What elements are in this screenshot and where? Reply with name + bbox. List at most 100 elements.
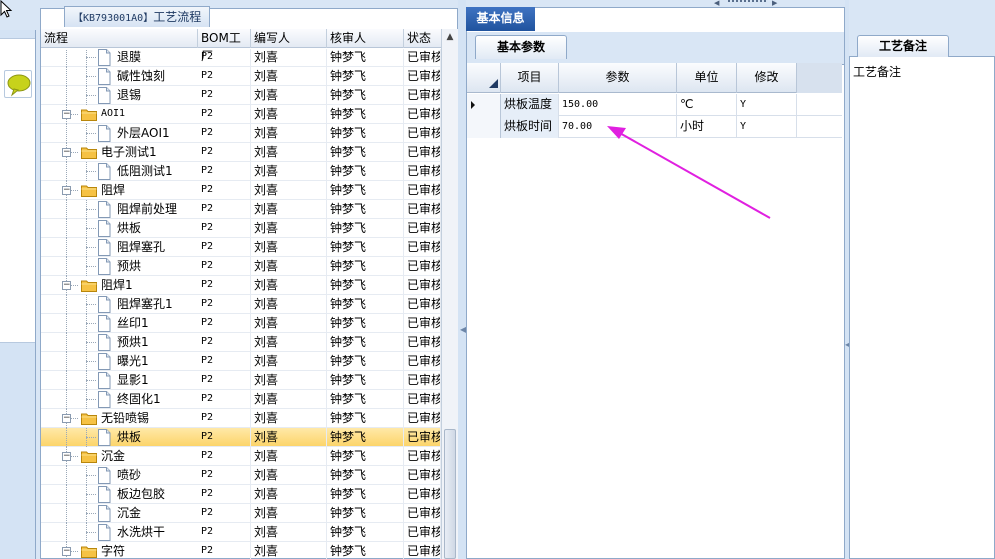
col-reviewer[interactable]: 核审人 xyxy=(327,29,404,48)
status-cell: 已审核 xyxy=(404,200,441,219)
bom-cell: P2 xyxy=(198,447,251,466)
tree-step-row[interactable]: 丝印1 P2 刘喜 钟梦飞 已审核 xyxy=(41,314,441,333)
tree-step-row[interactable]: 板边包胶 P2 刘喜 钟梦飞 已审核 xyxy=(41,485,441,504)
bom-cell: P2 xyxy=(198,428,251,447)
left-splitter[interactable]: ◀ xyxy=(458,0,466,559)
tree-step-row[interactable]: 沉金 P2 刘喜 钟梦飞 已审核 xyxy=(41,504,441,523)
tree-step-row[interactable]: 碱性蚀刻 P2 刘喜 钟梦飞 已审核 xyxy=(41,67,441,86)
tree-guide-line xyxy=(86,49,87,67)
tree-node-label: 喷砂 xyxy=(117,468,142,482)
status-cell: 已审核 xyxy=(404,67,441,86)
tree-step-row[interactable]: 烘板 P2 刘喜 钟梦飞 已审核 xyxy=(41,428,441,447)
expand-icon[interactable]: − xyxy=(62,414,71,423)
status-cell: 已审核 xyxy=(404,124,441,143)
status-cell: 已审核 xyxy=(404,523,441,542)
document-icon xyxy=(98,524,111,541)
reviewer-cell: 钟梦飞 xyxy=(327,314,404,333)
top-splitter-grip[interactable] xyxy=(728,0,766,5)
tree-step-row[interactable]: 喷砂 P2 刘喜 钟梦飞 已审核 xyxy=(41,466,441,485)
row-indicator[interactable] xyxy=(467,94,501,116)
tree-guide-line xyxy=(86,171,96,172)
tree-node-label: 退锡 xyxy=(117,88,142,102)
col-writer[interactable]: 编写人 xyxy=(251,29,327,48)
status-cell: 已审核 xyxy=(404,352,441,371)
collapse-right-icon[interactable]: ▶ xyxy=(772,0,777,7)
expand-icon[interactable]: − xyxy=(62,148,71,157)
tab-basic-info[interactable]: 基本信息 xyxy=(466,7,535,31)
tree-step-row[interactable]: 预烘 P2 刘喜 钟梦飞 已审核 xyxy=(41,257,441,276)
reviewer-cell: 钟梦飞 xyxy=(327,238,404,257)
expand-icon[interactable]: − xyxy=(62,281,71,290)
tree-step-row[interactable]: 水洗烘干 P2 刘喜 钟梦飞 已审核 xyxy=(41,523,441,542)
col-item[interactable]: 项目 xyxy=(501,63,559,93)
col-bom[interactable]: BOM工厂 xyxy=(198,29,251,63)
reviewer-cell: 钟梦飞 xyxy=(327,466,404,485)
tree-guide-line xyxy=(86,475,96,476)
col-modify[interactable]: 修改 xyxy=(737,63,797,93)
tree-guide-line xyxy=(86,95,96,96)
tree-step-row[interactable]: 烘板 P2 刘喜 钟梦飞 已审核 xyxy=(41,219,441,238)
writer-cell: 刘喜 xyxy=(251,428,327,447)
folder-icon xyxy=(81,109,97,121)
tree-folder-row[interactable]: − 沉金 P2 刘喜 钟梦飞 已审核 xyxy=(41,447,441,466)
bom-cell: P2 xyxy=(198,67,251,86)
tree-node-label: 终固化1 xyxy=(117,392,161,406)
param-row[interactable]: 烘板时间 70.00 小时 Y xyxy=(467,116,842,138)
tree-step-row[interactable]: 阻焊塞孔1 P2 刘喜 钟梦飞 已审核 xyxy=(41,295,441,314)
tree-step-row[interactable]: 退膜 P2 刘喜 钟梦飞 已审核 xyxy=(41,49,441,67)
tree-node-label: 曝光1 xyxy=(117,354,149,368)
param-value-cell[interactable]: 70.00 xyxy=(559,116,677,138)
tree-folder-row[interactable]: − 阻焊 P2 刘喜 钟梦飞 已审核 xyxy=(41,181,441,200)
splitter-left-grip-icon[interactable]: ◀ xyxy=(460,325,466,335)
notes-panel xyxy=(849,33,995,559)
collapse-left-icon[interactable]: ◀ xyxy=(714,0,719,7)
tree-guide-line xyxy=(66,162,67,181)
tab-process-notes[interactable]: 工艺备注 xyxy=(857,35,949,57)
tab-basic-params[interactable]: 基本参数 xyxy=(475,35,567,59)
expand-icon[interactable]: − xyxy=(62,110,71,119)
tree-folder-row[interactable]: − AOI1 P2 刘喜 钟梦飞 已审核 xyxy=(41,105,441,124)
process-tree[interactable]: 退膜 P2 刘喜 钟梦飞 已审核 碱性蚀刻 P2 刘喜 钟梦飞 已审核 退锡 P2 刘喜 钟梦飞 已审核 − A… xyxy=(41,49,441,559)
tree-step-row[interactable]: 低阻测试1 P2 刘喜 钟梦飞 已审核 xyxy=(41,162,441,181)
reviewer-cell: 钟梦飞 xyxy=(327,504,404,523)
expand-icon[interactable]: − xyxy=(62,547,71,556)
tree-guide-line xyxy=(86,304,96,305)
expand-icon[interactable]: − xyxy=(62,452,71,461)
scroll-up-icon[interactable]: ▲ xyxy=(442,29,458,46)
document-icon xyxy=(98,429,111,446)
param-unit-cell: ℃ xyxy=(677,94,737,116)
tree-step-row[interactable]: 阻焊前处理 P2 刘喜 钟梦飞 已审核 xyxy=(41,200,441,219)
col-status[interactable]: 状态 xyxy=(404,29,441,48)
tree-node-label: 无铅喷锡 xyxy=(101,411,150,425)
tree-node-label: 阻焊前处理 xyxy=(117,202,178,216)
tree-folder-row[interactable]: − 阻焊1 P2 刘喜 钟梦飞 已审核 xyxy=(41,276,441,295)
process-flow-tab[interactable]: 【KB793001A0】工艺流程 xyxy=(64,6,211,27)
grid-header-filler xyxy=(797,63,842,93)
tree-step-row[interactable]: 显影1 P2 刘喜 钟梦飞 已审核 xyxy=(41,371,441,390)
tree-guide-line xyxy=(66,371,67,390)
tree-step-row[interactable]: 终固化1 P2 刘喜 钟梦飞 已审核 xyxy=(41,390,441,409)
tree-folder-row[interactable]: − 字符 P2 刘喜 钟梦飞 已审核 xyxy=(41,542,441,559)
row-indicator[interactable] xyxy=(467,116,501,138)
tree-step-row[interactable]: 阻焊塞孔 P2 刘喜 钟梦飞 已审核 xyxy=(41,238,441,257)
writer-cell: 刘喜 xyxy=(251,371,327,390)
col-flow[interactable]: 流程 xyxy=(41,29,198,48)
reviewer-cell: 钟梦飞 xyxy=(327,200,404,219)
chat-button[interactable] xyxy=(4,70,32,98)
tree-folder-row[interactable]: − 无铅喷锡 P2 刘喜 钟梦飞 已审核 xyxy=(41,409,441,428)
expand-icon[interactable]: − xyxy=(62,186,71,195)
tree-folder-row[interactable]: − 电子测试1 P2 刘喜 钟梦飞 已审核 xyxy=(41,143,441,162)
status-cell: 已审核 xyxy=(404,466,441,485)
writer-cell: 刘喜 xyxy=(251,67,327,86)
param-value-cell[interactable]: 150.00 xyxy=(559,94,677,116)
param-row[interactable]: 烘板温度 150.00 ℃ Y xyxy=(467,94,842,116)
tree-step-row[interactable]: 外层AOI1 P2 刘喜 钟梦飞 已审核 xyxy=(41,124,441,143)
tree-step-row[interactable]: 退锡 P2 刘喜 钟梦飞 已审核 xyxy=(41,86,441,105)
col-unit[interactable]: 单位 xyxy=(677,63,737,93)
col-param[interactable]: 参数 xyxy=(559,63,677,93)
tree-step-row[interactable]: 曝光1 P2 刘喜 钟梦飞 已审核 xyxy=(41,352,441,371)
tree-node-label: 阻焊塞孔 xyxy=(117,240,166,254)
scroll-thumb[interactable] xyxy=(444,429,456,559)
tree-step-row[interactable]: 预烘1 P2 刘喜 钟梦飞 已审核 xyxy=(41,333,441,352)
tree-scrollbar[interactable]: ▲ xyxy=(441,29,458,559)
